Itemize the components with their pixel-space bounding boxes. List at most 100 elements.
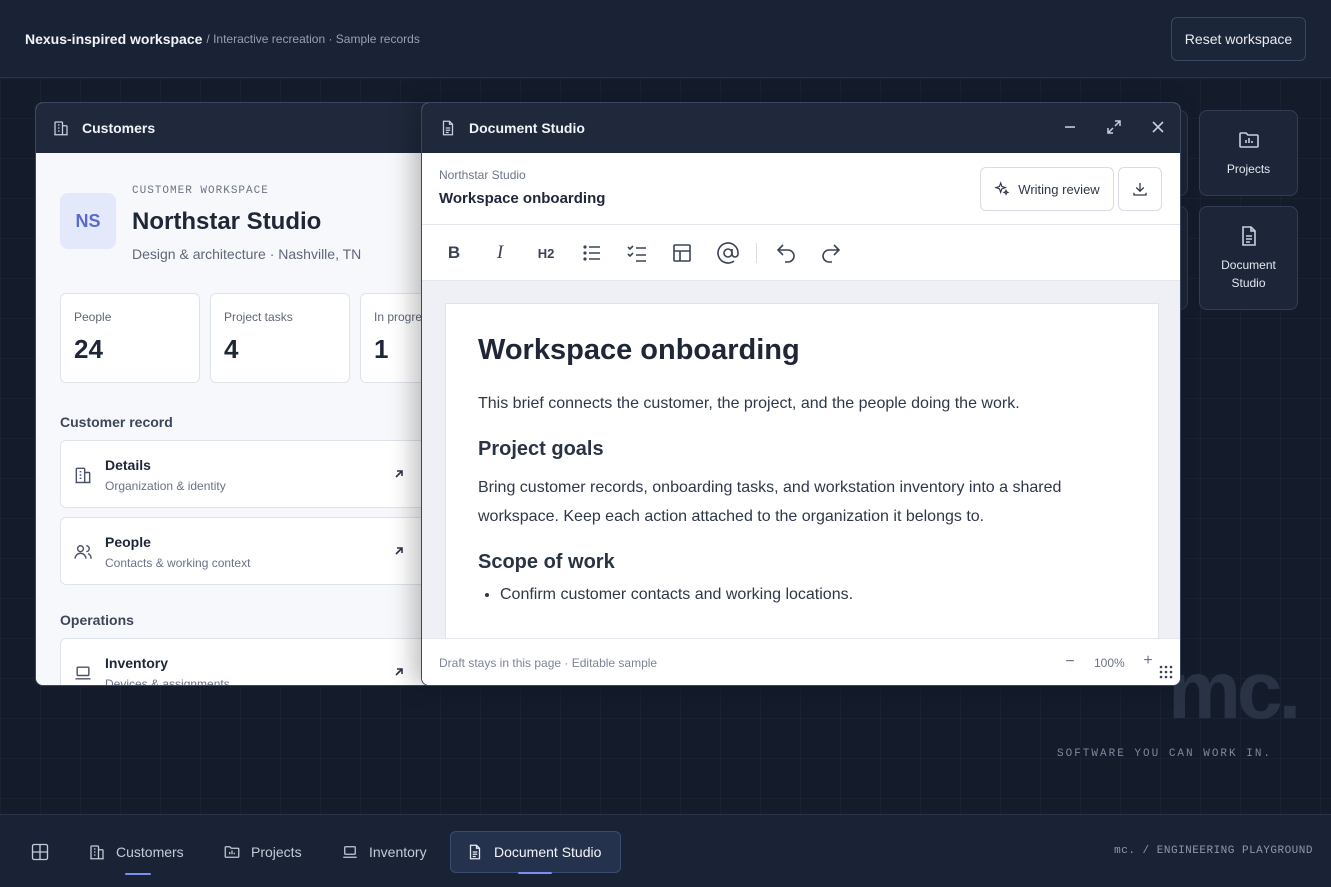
sparkles-icon — [994, 181, 1010, 196]
customer-name: Northstar Studio — [132, 208, 322, 235]
taskbar-customers[interactable]: Customers — [88, 831, 198, 875]
doc-footer: Draft stays in this page · Editable samp… — [422, 638, 1180, 685]
document-page[interactable]: Workspace onboarding This brief connects… — [445, 303, 1159, 638]
taskbar-label: Inventory — [369, 844, 427, 860]
editor-toolbar: B I H2 — [422, 225, 1180, 281]
writing-review-button[interactable]: Writing review — [980, 167, 1114, 211]
record-title: Inventory — [105, 655, 169, 671]
doc-subheading-goals: Project goals — [478, 438, 604, 460]
stat-value: 4 — [224, 334, 239, 364]
record-people[interactable]: People Contacts & working context — [60, 517, 430, 585]
avatar: NS — [60, 193, 116, 249]
taskbar-document-studio[interactable]: Document Studio — [450, 831, 621, 874]
users-icon — [74, 545, 92, 559]
customer-kicker: CUSTOMER WORKSPACE — [132, 185, 269, 197]
doc-intro: This brief connects the customer, the pr… — [478, 395, 1020, 412]
document-icon — [442, 120, 454, 136]
record-subtitle: Contacts & working context — [105, 556, 251, 570]
record-title: People — [105, 534, 151, 550]
active-indicator — [518, 872, 552, 874]
list-item: Confirm customer contacts and working lo… — [500, 586, 1126, 604]
laptop-icon — [75, 666, 91, 680]
active-indicator — [125, 873, 151, 875]
doc-window-title: Document Studio — [469, 120, 585, 136]
doc-organization: Northstar Studio — [439, 168, 526, 182]
writing-review-label: Writing review — [1018, 181, 1100, 197]
editor-canvas: Workspace onboarding This brief connects… — [422, 281, 1180, 638]
customers-body: NS CUSTOMER WORKSPACE Northstar Studio D… — [36, 153, 434, 686]
zoom-out-button[interactable]: − — [1062, 654, 1078, 670]
section-customer-record: Customer record — [60, 414, 173, 430]
document-icon — [469, 844, 481, 860]
undo-icon[interactable] — [774, 241, 798, 265]
launcher-docstudio-label-1: Document — [1221, 258, 1276, 272]
doc-title: Workspace onboarding — [439, 190, 606, 207]
laptop-icon — [343, 846, 357, 858]
launcher-document-studio[interactable]: Document Studio — [1199, 206, 1298, 310]
stat-project-tasks: Project tasks 4 — [210, 293, 350, 383]
document-icon — [1241, 226, 1256, 246]
building-icon — [54, 121, 68, 136]
customer-description: Design & architecture · Nashville, TN — [132, 246, 362, 262]
bullet-list-icon[interactable] — [580, 241, 604, 265]
doc-heading: Workspace onboarding — [478, 334, 800, 366]
stat-label: Project tasks — [224, 310, 293, 324]
heading-button[interactable]: H2 — [534, 241, 558, 265]
arrow-up-right-icon — [395, 470, 403, 478]
launcher-projects[interactable]: Projects — [1199, 110, 1298, 196]
doc-info-bar: Northstar Studio Workspace onboarding Wr… — [422, 153, 1180, 225]
stat-label: People — [74, 310, 112, 324]
checklist-icon[interactable] — [625, 241, 649, 265]
taskbar-label: Document Studio — [494, 844, 602, 860]
record-title: Details — [105, 457, 151, 473]
table-icon[interactable] — [670, 241, 694, 265]
download-icon — [1133, 183, 1147, 196]
footer-credit: mc. / ENGINEERING PLAYGROUND — [1114, 845, 1313, 857]
zoom-in-button[interactable]: + — [1140, 653, 1156, 669]
taskbar-label: Customers — [116, 844, 184, 860]
mention-icon[interactable] — [716, 241, 740, 265]
record-subtitle: Devices & assignments — [105, 677, 230, 686]
scope-list: Confirm customer contacts and working lo… — [478, 586, 1126, 604]
customers-window-header[interactable]: Customers — [36, 103, 434, 153]
brand-subtitle: / Interactive recreation · Sample record… — [206, 31, 420, 46]
launcher-docstudio-label-2: Studio — [1231, 276, 1266, 290]
reset-workspace-button[interactable]: Reset workspace — [1171, 17, 1306, 61]
record-inventory[interactable]: Inventory Devices & assignments — [60, 638, 430, 686]
minimize-icon[interactable] — [1062, 119, 1078, 135]
top-bar: Nexus-inspired workspace / Interactive r… — [0, 0, 1331, 78]
record-subtitle: Organization & identity — [105, 479, 226, 493]
customers-window-title: Customers — [82, 120, 156, 136]
close-icon[interactable] — [1150, 119, 1166, 135]
download-button[interactable] — [1118, 167, 1162, 211]
launcher-projects-label: Projects — [1226, 162, 1271, 176]
stat-value: 24 — [74, 334, 103, 364]
taskbar-projects[interactable]: Projects — [223, 831, 313, 873]
italic-button[interactable]: I — [488, 241, 512, 265]
toolbar-divider — [756, 243, 757, 263]
document-studio-window[interactable]: Document Studio Northstar Studio Workspa… — [421, 102, 1181, 686]
stat-people: People 24 — [60, 293, 200, 383]
doc-subheading-scope: Scope of work — [478, 551, 615, 573]
record-details[interactable]: Details Organization & identity — [60, 440, 430, 508]
arrow-up-right-icon — [395, 668, 403, 676]
customers-window[interactable]: Customers NS CUSTOMER WORKSPACE Northsta… — [35, 102, 435, 686]
zoom-level: 100% — [1094, 656, 1125, 670]
redo-icon[interactable] — [819, 241, 843, 265]
apps-grid-button[interactable] — [24, 831, 56, 873]
bold-button[interactable]: B — [442, 241, 466, 265]
building-icon — [75, 467, 91, 484]
resize-grip-icon[interactable] — [1159, 665, 1173, 679]
section-operations: Operations — [60, 612, 134, 628]
brand-watermark: mc. — [1168, 645, 1301, 736]
maximize-icon[interactable] — [1106, 119, 1122, 135]
draft-note: Draft stays in this page · Editable samp… — [439, 656, 658, 670]
folder-chart-icon — [1238, 132, 1259, 148]
taskbar: Customers Projects Inventory Document St… — [0, 814, 1331, 887]
doc-window-header[interactable]: Document Studio — [422, 103, 1180, 153]
brand-title: Nexus-inspired workspace — [25, 30, 203, 47]
grid-icon — [31, 843, 49, 861]
taskbar-inventory[interactable]: Inventory — [341, 831, 436, 873]
doc-goals-paragraph: Bring customer records, onboarding tasks… — [478, 479, 1062, 525]
taskbar-label: Projects — [251, 844, 302, 860]
